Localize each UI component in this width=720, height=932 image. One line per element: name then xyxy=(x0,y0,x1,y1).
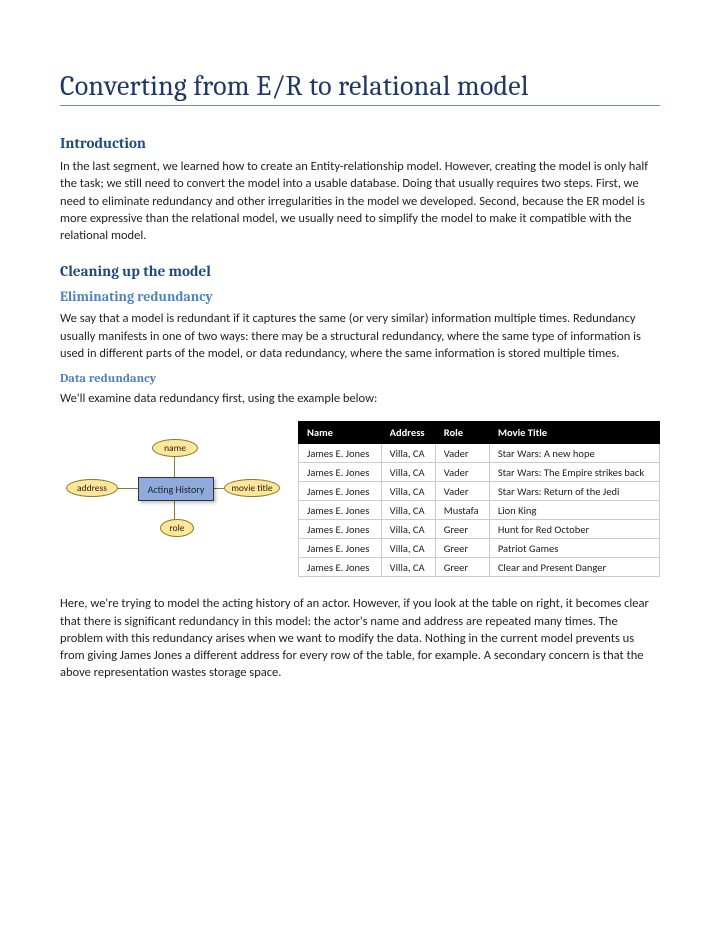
table-cell: Clear and Present Danger xyxy=(489,558,659,577)
col-address: Address xyxy=(381,422,435,444)
table-row: James E. JonesVilla, CAGreerPatriot Game… xyxy=(299,539,660,558)
heading-introduction: Introduction xyxy=(60,134,660,152)
col-movie-title: Movie Title xyxy=(489,422,659,444)
diagram-connector xyxy=(174,499,175,519)
table-cell: Vader xyxy=(435,482,489,501)
diagram-connector xyxy=(116,488,138,489)
heading-eliminating-redundancy: Eliminating redundancy xyxy=(60,288,660,305)
table-cell: James E. Jones xyxy=(299,463,382,482)
heading-data-redundancy: Data redundancy xyxy=(60,372,660,386)
table-cell: Villa, CA xyxy=(381,539,435,558)
intro-paragraph: In the last segment, we learned how to c… xyxy=(60,158,660,244)
table-cell: James E. Jones xyxy=(299,520,382,539)
diagram-connector xyxy=(174,455,175,477)
col-role: Role xyxy=(435,422,489,444)
table-row: James E. JonesVilla, CAGreerClear and Pr… xyxy=(299,558,660,577)
eliminating-paragraph: We say that a model is redundant if it c… xyxy=(60,310,660,362)
table-cell: Villa, CA xyxy=(381,444,435,463)
attribute-name: name xyxy=(152,439,198,457)
table-row: James E. JonesVilla, CAGreerHunt for Red… xyxy=(299,520,660,539)
table-row: James E. JonesVilla, CAVaderStar Wars: R… xyxy=(299,482,660,501)
table-cell: Villa, CA xyxy=(381,520,435,539)
table-cell: James E. Jones xyxy=(299,482,382,501)
data-redundancy-intro: We'll examine data redundancy first, usi… xyxy=(60,390,660,407)
table-cell: Greer xyxy=(435,539,489,558)
attribute-movie-title: movie title xyxy=(224,479,280,497)
table-cell: Mustafa xyxy=(435,501,489,520)
table-cell: Greer xyxy=(435,520,489,539)
table-cell: James E. Jones xyxy=(299,558,382,577)
table-cell: James E. Jones xyxy=(299,539,382,558)
table-cell: Villa, CA xyxy=(381,501,435,520)
table-cell: Villa, CA xyxy=(381,482,435,501)
col-name: Name xyxy=(299,422,382,444)
table-cell: Patriot Games xyxy=(489,539,659,558)
table-header-row: Name Address Role Movie Title xyxy=(299,422,660,444)
page-title: Converting from E/R to relational model xyxy=(60,70,660,106)
attribute-address: address xyxy=(66,479,118,497)
table-row: James E. JonesVilla, CAMustafaLion King xyxy=(299,501,660,520)
table-cell: Villa, CA xyxy=(381,558,435,577)
table-row: James E. JonesVilla, CAVaderStar Wars: A… xyxy=(299,444,660,463)
table-row: James E. JonesVilla, CAVaderStar Wars: T… xyxy=(299,463,660,482)
document-page: Converting from E/R to relational model … xyxy=(0,0,720,726)
table-cell: Villa, CA xyxy=(381,463,435,482)
table-cell: Hunt for Red October xyxy=(489,520,659,539)
er-diagram: name address Acting History movie title … xyxy=(60,421,280,561)
figure-row: name address Acting History movie title … xyxy=(60,421,660,577)
table-cell: Vader xyxy=(435,444,489,463)
table-cell: Vader xyxy=(435,463,489,482)
table-cell: James E. Jones xyxy=(299,501,382,520)
acting-history-table: Name Address Role Movie Title James E. J… xyxy=(298,421,660,577)
table-cell: Greer xyxy=(435,558,489,577)
attribute-role: role xyxy=(160,519,194,537)
table-cell: Star Wars: A new hope xyxy=(489,444,659,463)
table-cell: Star Wars: The Empire strikes back xyxy=(489,463,659,482)
table-cell: James E. Jones xyxy=(299,444,382,463)
table-cell: Star Wars: Return of the Jedi xyxy=(489,482,659,501)
entity-acting-history: Acting History xyxy=(138,477,214,501)
table-cell: Lion King xyxy=(489,501,659,520)
data-redundancy-explain: Here, we're trying to model the acting h… xyxy=(60,595,660,681)
heading-cleaning-up: Cleaning up the model xyxy=(60,262,660,280)
